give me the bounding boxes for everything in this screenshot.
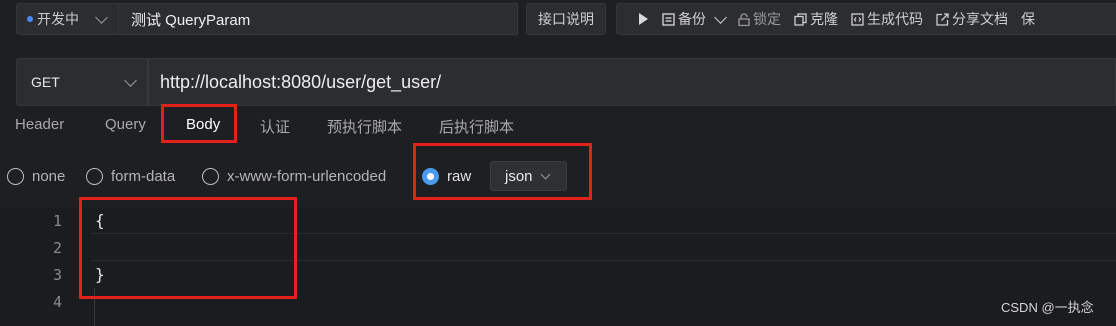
api-doc-button[interactable]: 接口说明 bbox=[526, 3, 606, 35]
share-doc-button[interactable]: 分享文档 bbox=[936, 9, 1008, 29]
radio-none[interactable]: none bbox=[7, 168, 65, 185]
tab-header[interactable]: Header bbox=[15, 116, 64, 133]
line-number: 2 bbox=[52, 239, 62, 257]
clone-button[interactable]: 克隆 bbox=[794, 9, 838, 29]
url-input[interactable]: http://localhost:8080/user/get_user/ bbox=[148, 58, 1116, 106]
radio-form-data[interactable]: form-data bbox=[86, 168, 175, 185]
radio-urlencoded-label: x-www-form-urlencoded bbox=[227, 168, 387, 185]
radio-circle-icon bbox=[7, 168, 24, 185]
share-doc-label: 分享文档 bbox=[952, 11, 1008, 27]
radio-circle-icon bbox=[86, 168, 103, 185]
request-name-input[interactable]: 测试 QueryParam bbox=[119, 3, 518, 35]
request-toolbar: 备份 锁定 克隆 生成代码 分享文档 保 bbox=[616, 3, 1116, 35]
backup-icon bbox=[662, 12, 675, 26]
request-name-text: 测试 QueryParam bbox=[131, 11, 251, 29]
chevron-down-icon bbox=[124, 73, 137, 87]
chevron-down-icon bbox=[95, 10, 108, 24]
method-select[interactable]: GET bbox=[16, 58, 148, 106]
line-gutter: 1 2 3 4 bbox=[0, 208, 90, 326]
environment-label: 开发中 bbox=[37, 11, 79, 27]
api-doc-label: 接口说明 bbox=[538, 11, 594, 27]
share-icon bbox=[936, 12, 949, 26]
radio-form-data-label: form-data bbox=[111, 168, 176, 185]
lock-icon bbox=[738, 12, 750, 26]
tab-query[interactable]: Query bbox=[105, 116, 146, 133]
generate-code-button[interactable]: 生成代码 bbox=[851, 9, 923, 29]
highlight-box-raw-json bbox=[413, 143, 592, 200]
backup-chevron-icon bbox=[714, 10, 727, 24]
lock-button[interactable]: 锁定 bbox=[738, 9, 781, 29]
clone-icon bbox=[794, 12, 807, 26]
environment-select[interactable]: 开发中 bbox=[16, 3, 119, 35]
highlight-box-editor bbox=[79, 197, 297, 299]
line-number: 1 bbox=[52, 212, 62, 230]
backup-button[interactable]: 备份 bbox=[662, 9, 727, 29]
generate-code-label: 生成代码 bbox=[867, 11, 923, 27]
lock-label: 锁定 bbox=[753, 11, 781, 27]
tab-pre-script[interactable]: 预执行脚本 bbox=[327, 116, 402, 137]
highlight-box-body-tab bbox=[161, 104, 237, 143]
backup-label: 备份 bbox=[678, 11, 706, 27]
code-icon bbox=[851, 12, 864, 26]
environment-dot-icon bbox=[27, 16, 33, 22]
line-number: 4 bbox=[52, 293, 62, 311]
save-button[interactable]: 保 bbox=[1021, 9, 1035, 29]
watermark: CSDN @一执念 bbox=[1001, 300, 1094, 315]
line-number: 3 bbox=[52, 266, 62, 284]
save-label: 保 bbox=[1021, 11, 1035, 27]
radio-urlencoded[interactable]: x-www-form-urlencoded bbox=[202, 168, 386, 185]
tab-post-script[interactable]: 后执行脚本 bbox=[439, 116, 514, 137]
run-icon[interactable] bbox=[639, 13, 648, 25]
radio-none-label: none bbox=[32, 168, 66, 185]
clone-label: 克隆 bbox=[810, 11, 838, 27]
method-label: GET bbox=[31, 74, 60, 90]
radio-circle-icon bbox=[202, 168, 219, 185]
url-text: http://localhost:8080/user/get_user/ bbox=[160, 71, 442, 92]
tab-auth[interactable]: 认证 bbox=[260, 116, 290, 137]
